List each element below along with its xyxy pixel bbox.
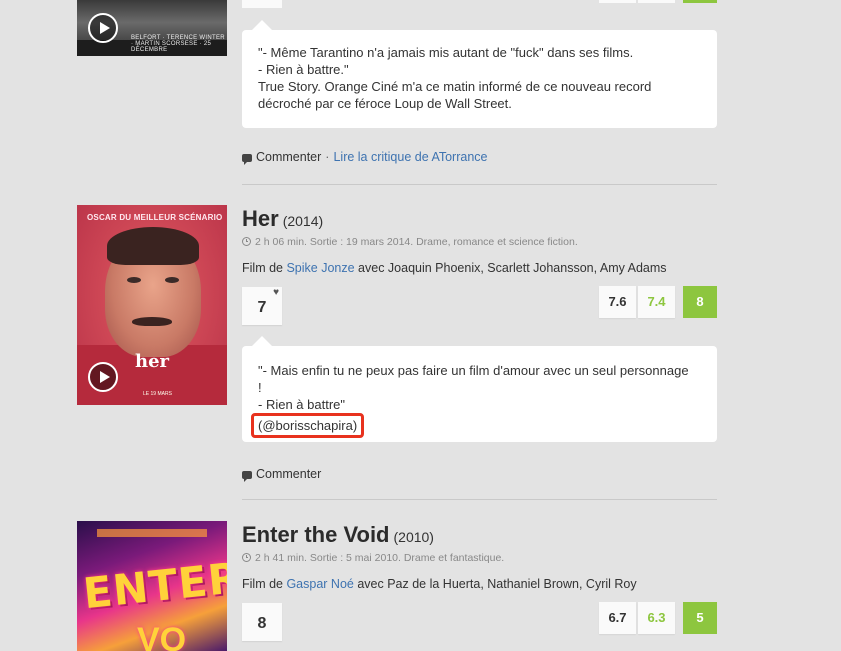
film-poster-enter-the-void[interactable]: ENTER VO xyxy=(77,521,227,651)
film-meta-text: 2 h 41 min. Sortie : 5 mai 2010. Drame e… xyxy=(255,552,505,564)
comment-icon xyxy=(242,154,252,165)
rating-user: 5 xyxy=(683,602,717,634)
film-title[interactable]: Her (2014) xyxy=(242,206,323,232)
poster-mustache xyxy=(132,317,172,326)
rating-box-partial-a xyxy=(599,0,636,3)
film-title-text[interactable]: Enter the Void xyxy=(242,522,390,547)
rating-user: 8 xyxy=(683,286,717,318)
review-line: "- Mais enfin tu ne peux pas faire un fi… xyxy=(258,363,689,378)
play-icon[interactable] xyxy=(88,13,118,43)
review-handle-highlight: (@borisschapira) xyxy=(251,413,365,438)
review-actions: Commenter · Lire la critique de ATorrance xyxy=(242,150,488,165)
film-year: (2010) xyxy=(393,529,434,545)
rating-average: 7.6 xyxy=(599,286,636,318)
review-handle[interactable]: (@borisschapira) xyxy=(258,418,357,433)
film-meta: 2 h 06 min. Sortie : 19 mars 2014. Drame… xyxy=(242,236,578,248)
rating-friends: 7.4 xyxy=(638,286,675,318)
poster-date: LE 19 MARS xyxy=(143,391,172,397)
poster-title: her xyxy=(135,351,170,372)
credits-prefix: Film de xyxy=(242,261,287,275)
rating-friends: 6.3 xyxy=(638,602,675,634)
clock-icon xyxy=(242,237,251,246)
read-critique-link[interactable]: Lire la critique de ATorrance xyxy=(333,150,487,164)
user-score[interactable]: 7 ♥ xyxy=(242,287,282,325)
poster-eye-left xyxy=(127,277,141,283)
review-line: ! xyxy=(258,380,262,395)
heart-icon: ♥ xyxy=(273,287,279,298)
credits-cast: avec Paz de la Huerta, Nathaniel Brown, … xyxy=(353,577,637,591)
review-handle-row: (@borisschapira) xyxy=(251,413,701,438)
rating-box-partial-b xyxy=(638,0,675,3)
user-score-value: 7 xyxy=(257,299,267,316)
comment-button[interactable]: Commenter xyxy=(242,467,322,482)
review-card: "- Mais enfin tu ne peux pas faire un fi… xyxy=(242,346,717,442)
poster-award-text: OSCAR DU MEILLEUR SCÉNARIO xyxy=(87,213,223,222)
film-credits: Film de Spike Jonze avec Joaquin Phoenix… xyxy=(242,261,667,275)
rating-box-partial-c xyxy=(683,0,717,3)
poster-credits-text: BELFORT · TERENCE WINTER · MARTIN SCORSE… xyxy=(131,35,225,53)
review-line: "- Même Tarantino n'a jamais mis autant … xyxy=(258,45,634,60)
film-meta: 2 h 41 min. Sortie : 5 mai 2010. Drame e… xyxy=(242,552,504,564)
comment-icon xyxy=(242,471,252,482)
review-actions: Commenter xyxy=(242,467,322,482)
film-year: (2014) xyxy=(282,213,324,229)
review-line: - Rien à battre" xyxy=(258,397,345,412)
credits-prefix: Film de xyxy=(242,577,287,591)
film-meta-text: 2 h 06 min. Sortie : 19 mars 2014. Drame… xyxy=(255,236,578,248)
review-card: "- Même Tarantino n'a jamais mis autant … xyxy=(242,30,717,128)
film-poster-her[interactable]: OSCAR DU MEILLEUR SCÉNARIO her LE 19 MAR… xyxy=(77,205,227,405)
film-credits: Film de Gaspar Noé avec Paz de la Huerta… xyxy=(242,577,637,591)
play-icon[interactable] xyxy=(88,362,118,392)
user-score[interactable]: 8 xyxy=(242,603,282,641)
separator: · xyxy=(325,150,330,164)
film-divider xyxy=(242,499,717,500)
user-score-box-partial xyxy=(242,0,282,8)
review-pointer xyxy=(252,20,272,30)
comment-label: Commenter xyxy=(256,150,322,164)
clock-icon xyxy=(242,553,251,562)
poster-eye-right xyxy=(165,277,179,283)
comment-label: Commenter xyxy=(256,467,322,481)
director-link[interactable]: Gaspar Noé xyxy=(286,577,353,591)
user-score-value: 8 xyxy=(257,615,267,632)
director-link[interactable]: Spike Jonze xyxy=(286,261,354,275)
film-divider xyxy=(242,184,717,185)
review-line: True Story. Orange Ciné m'a ce matin inf… xyxy=(258,79,652,94)
poster-title: ENTER xyxy=(80,552,227,619)
poster-hair xyxy=(107,227,199,265)
film-poster-wolf[interactable]: BELFORT · TERENCE WINTER · MARTIN SCORSE… xyxy=(77,0,227,56)
poster-tagline-bar xyxy=(97,529,207,537)
rating-average: 6.7 xyxy=(599,602,636,634)
film-title-text[interactable]: Her xyxy=(242,206,279,231)
film-title[interactable]: Enter the Void (2010) xyxy=(242,522,434,548)
review-pointer xyxy=(252,336,272,346)
credits-cast: avec Joaquin Phoenix, Scarlett Johansson… xyxy=(354,261,667,275)
review-line: - Rien à battre." xyxy=(258,62,349,77)
review-line: décroché par ce féroce Loup de Wall Stre… xyxy=(258,96,512,111)
comment-button[interactable]: Commenter xyxy=(242,150,322,165)
